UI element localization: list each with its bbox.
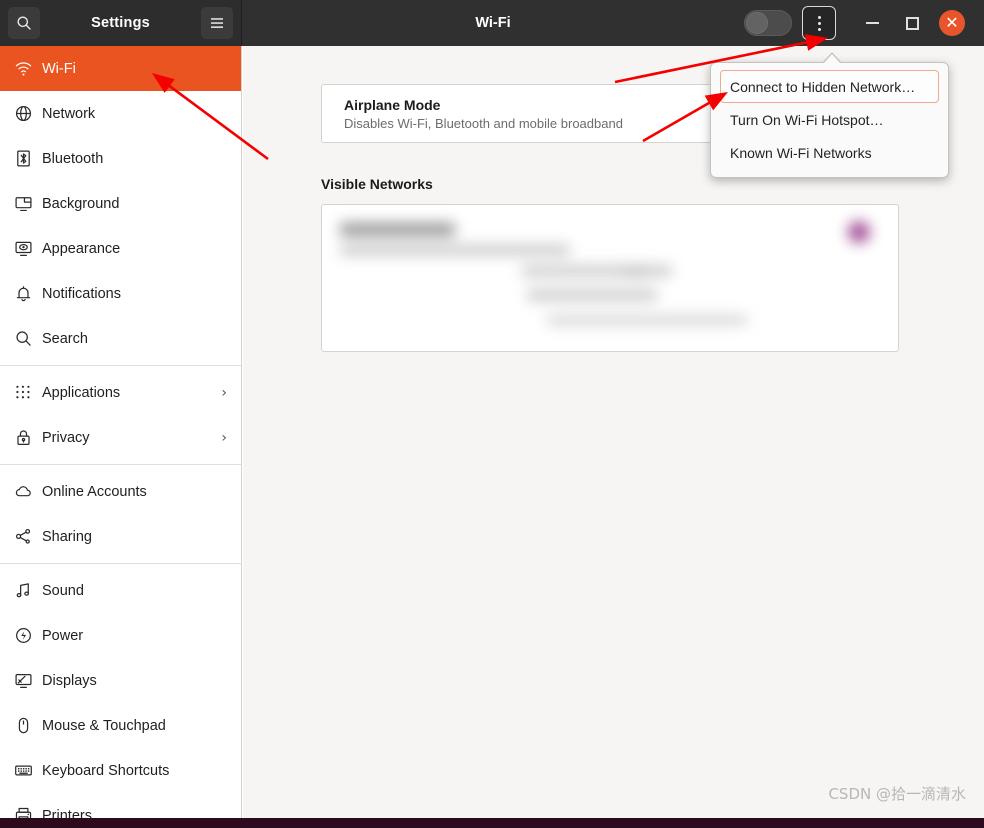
menu-item-turn-on-hotspot[interactable]: Turn On Wi-Fi Hotspot… bbox=[720, 103, 939, 136]
menu-item-connect-hidden-network[interactable]: Connect to Hidden Network… bbox=[720, 70, 939, 103]
sidebar-item-label: Search bbox=[42, 330, 88, 347]
keyboard-icon bbox=[14, 761, 42, 780]
sidebar-item-online-accounts[interactable]: Online Accounts bbox=[0, 469, 241, 514]
sidebar-item-label: Applications bbox=[42, 384, 121, 401]
share-nodes-icon bbox=[14, 527, 42, 546]
sidebar-item-sound[interactable]: Sound bbox=[0, 568, 241, 613]
sidebar-item-privacy[interactable]: Privacy › bbox=[0, 415, 241, 460]
globe-icon bbox=[14, 104, 42, 123]
kebab-dot-1 bbox=[817, 15, 821, 19]
blurred-text-6 bbox=[547, 315, 747, 325]
blurred-text-2 bbox=[340, 245, 570, 255]
sidebar-separator bbox=[0, 563, 241, 564]
sidebar-item-label: Power bbox=[42, 627, 84, 644]
settings-sidebar[interactable]: Wi-Fi Network Bluetooth Background Appearanc… bbox=[0, 46, 242, 818]
kebab-dot-2 bbox=[817, 21, 821, 25]
sidebar-item-notifications[interactable]: Notifications bbox=[0, 271, 241, 316]
sidebar-item-power[interactable]: Power bbox=[0, 613, 241, 658]
kebab-dot-3 bbox=[817, 27, 821, 31]
power-bolt-icon bbox=[14, 626, 42, 645]
displays-icon bbox=[14, 671, 42, 690]
desktop-background-strip bbox=[0, 818, 984, 828]
sidebar-item-label: Sound bbox=[42, 582, 84, 599]
settings-window: Settings Wi-Fi ✕ Wi-Fi Network Bluetooth… bbox=[0, 0, 984, 818]
blurred-text-1 bbox=[340, 223, 455, 236]
grid-apps-icon bbox=[14, 383, 42, 402]
lock-icon bbox=[14, 428, 42, 447]
sidebar-headerbar: Settings bbox=[0, 0, 242, 46]
sidebar-item-appearance[interactable]: Appearance bbox=[0, 226, 241, 271]
sidebar-item-label: Keyboard Shortcuts bbox=[42, 762, 170, 779]
sidebar-item-label: Mouse & Touchpad bbox=[42, 717, 166, 734]
sidebar-item-label: Privacy bbox=[42, 429, 90, 446]
sidebar-item-displays[interactable]: Displays bbox=[0, 658, 241, 703]
network-signal-badge bbox=[848, 221, 870, 243]
close-button[interactable]: ✕ bbox=[932, 3, 972, 43]
sidebar-item-label: Bluetooth bbox=[42, 150, 104, 167]
search-icon bbox=[17, 16, 31, 30]
chevron-right-icon: › bbox=[221, 384, 227, 401]
sidebar-item-wi-fi[interactable]: Wi-Fi bbox=[0, 46, 241, 91]
sidebar-item-label: Online Accounts bbox=[42, 483, 147, 500]
mouse-icon bbox=[14, 716, 42, 735]
titlebar-controls: ✕ bbox=[744, 3, 972, 43]
sidebar-item-applications[interactable]: Applications › bbox=[0, 370, 241, 415]
appearance-icon bbox=[14, 239, 42, 258]
close-icon: ✕ bbox=[939, 10, 965, 36]
monitor-background-icon bbox=[14, 194, 42, 213]
hamburger-menu-button[interactable] bbox=[201, 7, 233, 39]
music-note-icon bbox=[14, 581, 42, 600]
toggle-knob bbox=[746, 12, 768, 34]
wifi-icon bbox=[14, 59, 42, 78]
sidebar-item-label: Sharing bbox=[42, 528, 92, 545]
sidebar-item-mouse-touchpad[interactable]: Mouse & Touchpad bbox=[0, 703, 241, 748]
hamburger-menu-icon bbox=[211, 18, 223, 28]
sidebar-item-printers[interactable]: Printers bbox=[0, 793, 241, 818]
sidebar-separator bbox=[0, 464, 241, 465]
cloud-icon bbox=[14, 482, 42, 501]
blurred-network-entries bbox=[322, 205, 898, 351]
maximize-button[interactable] bbox=[892, 3, 932, 43]
blurred-text-3 bbox=[522, 265, 672, 277]
maximize-icon bbox=[905, 16, 919, 30]
sidebar-item-sharing[interactable]: Sharing bbox=[0, 514, 241, 559]
blurred-text-5 bbox=[622, 267, 648, 277]
minimize-icon bbox=[865, 22, 879, 24]
sidebar-item-label: Printers bbox=[42, 807, 92, 819]
sidebar-item-network[interactable]: Network bbox=[0, 91, 241, 136]
visible-networks-list[interactable] bbox=[321, 204, 899, 352]
minimize-button[interactable] bbox=[852, 3, 892, 43]
wifi-power-toggle[interactable] bbox=[744, 10, 792, 36]
menu-item-known-networks[interactable]: Known Wi-Fi Networks bbox=[720, 136, 939, 169]
sidebar-item-label: Wi-Fi bbox=[42, 60, 76, 77]
wifi-options-popup-menu[interactable]: Connect to Hidden Network… Turn On Wi-Fi… bbox=[710, 52, 949, 178]
window-titlebar: Settings Wi-Fi ✕ bbox=[0, 0, 984, 46]
sidebar-item-label: Background bbox=[42, 195, 120, 212]
sidebar-item-keyboard-shortcuts[interactable]: Keyboard Shortcuts bbox=[0, 748, 241, 793]
sidebar-item-label: Displays bbox=[42, 672, 97, 689]
watermark-text: CSDN @拾一滴清水 bbox=[828, 785, 966, 803]
sidebar-item-label: Appearance bbox=[42, 240, 121, 257]
blurred-text-4 bbox=[527, 289, 657, 301]
sidebar-item-label: Network bbox=[42, 105, 96, 122]
sidebar-item-bluetooth[interactable]: Bluetooth bbox=[0, 136, 241, 181]
app-title: Settings bbox=[91, 15, 150, 31]
bell-icon bbox=[14, 284, 42, 303]
sidebar-item-search[interactable]: Search bbox=[0, 316, 241, 361]
chevron-right-icon: › bbox=[221, 429, 227, 446]
bluetooth-icon bbox=[14, 149, 42, 168]
printer-icon bbox=[14, 806, 42, 818]
visible-networks-heading: Visible Networks bbox=[321, 176, 433, 192]
search-button[interactable] bbox=[8, 7, 40, 39]
search-icon bbox=[14, 329, 42, 348]
sidebar-item-background[interactable]: Background bbox=[0, 181, 241, 226]
sidebar-separator bbox=[0, 365, 241, 366]
sidebar-item-label: Notifications bbox=[42, 285, 121, 302]
content-headerbar: Wi-Fi ✕ bbox=[242, 0, 984, 46]
wifi-menu-button[interactable] bbox=[802, 6, 836, 40]
